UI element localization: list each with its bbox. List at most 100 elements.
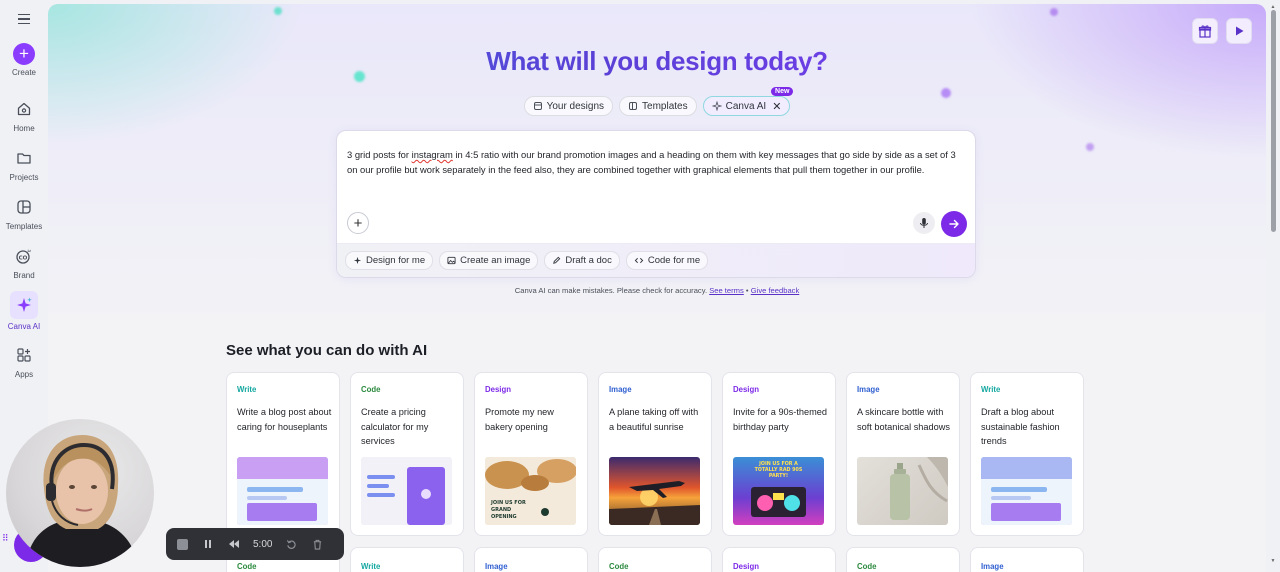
ai-example-card[interactable]: Image [970,547,1084,572]
ai-example-card[interactable]: Image A skincare bottle with soft botani… [846,372,960,536]
restart-button[interactable] [284,537,298,551]
card-category: Design [733,562,759,571]
separator: • [745,286,749,295]
sparkle-decoration [274,7,282,15]
sidebar-item-projects[interactable]: Projects [0,146,48,182]
tab-your-designs[interactable]: Your designs [523,96,614,116]
trash-icon [313,539,322,550]
ai-example-card[interactable]: Code [598,547,712,572]
sidebar-item-apps[interactable]: Apps [0,343,48,379]
ai-example-card[interactable]: Design Promote my new bakery opening JOI… [474,372,588,536]
chip-design-for-me[interactable]: Design for me [345,251,434,270]
scrollbar[interactable]: ▲ ▼ [1270,4,1276,564]
templates-icon [12,195,36,219]
ai-example-card[interactable]: Design Invite for a 90s-themed birthday … [722,372,836,536]
tab-label: Templates [642,100,688,112]
chip-code-for-me[interactable]: Code for me [625,251,709,270]
microphone-button[interactable] [913,212,935,234]
drag-handle-icon[interactable]: ⠿ [2,534,9,543]
doc-illustration [981,457,1072,525]
chip-draft-a-doc[interactable]: Draft a doc [544,251,620,270]
see-terms-link[interactable]: See terms [709,286,744,295]
doc-icon [533,102,542,110]
recording-timer: 5:00 [253,538,273,550]
webcam-overlay [6,419,154,567]
sparkle-icon [353,256,362,265]
sidebar-item-label: Create [11,68,36,77]
sparkle-icon [711,101,722,111]
sidebar-item-label: Canva AI [7,322,41,331]
skincare-bottle-image [857,457,948,525]
tab-canva-ai[interactable]: Canva AI ✕ New [702,87,794,116]
ai-example-card[interactable]: Write Write a blog post about caring for… [226,372,340,536]
sparkle-icon [10,291,38,319]
suggestion-chips: Design for me Create an image Draft a do… [337,243,975,277]
pen-icon [553,256,561,264]
code-icon [634,257,644,264]
home-icon [12,97,36,121]
prompt-box: 3 grid posts for instagram in 4:5 ratio … [336,130,976,278]
ai-example-card[interactable]: Design [722,547,836,572]
card-description: Create a pricing calculator for my servi… [361,407,429,447]
ai-example-card[interactable]: Write [350,547,464,572]
ai-example-card[interactable]: Code Create a pricing calculator for my … [350,372,464,536]
svg-text:JOIN US FOR A: JOIN US FOR A [758,461,798,467]
card-category: Image [609,385,632,394]
chip-create-an-image[interactable]: Create an image [439,251,539,270]
party-poster-image: JOIN US FOR A TOTALLY RAD 90S PARTY! [733,457,824,525]
ai-example-card[interactable]: Image A plane taking off with a beautifu… [598,372,712,536]
ai-example-card[interactable]: Image [474,547,588,572]
card-category: Code [609,562,629,571]
sidebar-item-label: Templates [5,222,43,231]
stop-button[interactable] [175,537,189,551]
sidebar-item-templates[interactable]: Templates [0,195,48,231]
sidebar-item-label: Home [13,124,35,133]
rewind-button[interactable] [227,537,241,551]
card-category: Image [981,562,1004,571]
card-category: Code [361,385,381,394]
restart-icon [286,539,296,549]
mode-tabs: Your designs Templates Canva AI ✕ New [48,87,1266,116]
hamburger-icon[interactable] [14,10,34,28]
close-icon[interactable]: ✕ [772,100,781,113]
prompt-input[interactable]: 3 grid posts for instagram in 4:5 ratio … [347,148,967,177]
image-icon [447,256,456,265]
card-description: A skincare bottle with soft botanical sh… [857,407,950,432]
scroll-down-icon[interactable]: ▼ [1270,558,1276,564]
chip-label: Draft a doc [565,255,612,266]
play-icon[interactable] [1226,18,1252,44]
main-panel: What will you design today? Your designs… [48,4,1266,572]
card-category: Code [857,562,877,571]
ai-example-card[interactable]: Code [846,547,960,572]
svg-text:GRAND: GRAND [491,507,511,513]
tab-templates[interactable]: Templates [619,96,697,116]
pause-button[interactable] [201,537,215,551]
sidebar-item-home[interactable]: Home [0,97,48,133]
sidebar-item-canva-ai[interactable]: Canva AI [0,291,48,331]
page-title: What will you design today? [48,46,1266,77]
card-description: Draft a blog about sustainable fashion t… [981,407,1060,447]
templates-icon [629,102,638,110]
svg-text:TOTALLY RAD 90S: TOTALLY RAD 90S [755,467,803,473]
recording-controls: 5:00 [166,528,344,560]
card-category: Write [237,385,257,394]
ai-example-card[interactable]: Write Draft a blog about sustainable fas… [970,372,1084,536]
sidebar-item-create[interactable]: + Create [0,43,48,77]
sparkle-decoration [1050,8,1058,16]
svg-text:PARTY!: PARTY! [769,473,788,479]
card-category: Image [485,562,508,571]
give-feedback-link[interactable]: Give feedback [751,286,800,295]
stop-icon [176,538,188,550]
sidebar-item-brand[interactable]: CO Brand [0,244,48,280]
svg-text:JOIN US FOR: JOIN US FOR [490,500,526,506]
sidebar-item-label: Projects [9,173,39,182]
scrollbar-thumb[interactable] [1271,10,1276,232]
misspelled-word: instagram [411,149,453,160]
send-button[interactable] [941,211,967,237]
card-category: Design [733,385,759,394]
chip-label: Create an image [460,255,531,266]
add-attachment-button[interactable]: + [347,212,369,234]
delete-button[interactable] [310,537,324,551]
gift-icon[interactable] [1192,18,1218,44]
card-category: Code [237,562,257,571]
